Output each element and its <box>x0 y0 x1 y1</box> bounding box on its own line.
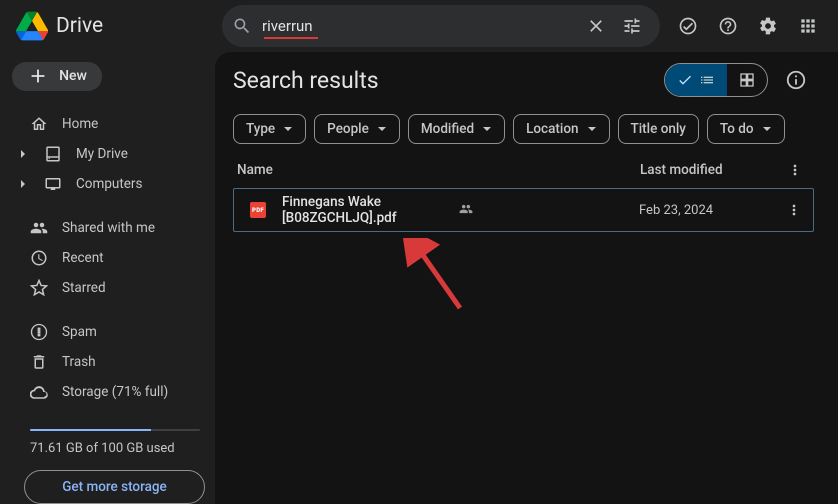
caret-down-icon <box>377 124 387 134</box>
new-label: New <box>59 68 87 84</box>
caret-down-icon <box>482 124 492 134</box>
table-header: Name Last modified <box>233 162 814 188</box>
close-icon <box>586 16 606 36</box>
gear-icon <box>758 16 778 36</box>
filter-people[interactable]: People <box>314 114 400 144</box>
col-name-header[interactable]: Name <box>237 162 640 178</box>
filter-todo[interactable]: To do <box>707 114 785 144</box>
check-circle-icon <box>678 16 698 36</box>
chevron-right-icon[interactable] <box>16 149 30 159</box>
nav-label: My Drive <box>76 146 128 162</box>
filter-type[interactable]: Type <box>233 114 306 144</box>
nav-starred[interactable]: Starred <box>10 273 205 303</box>
trash-icon <box>30 353 48 371</box>
storage-bar <box>30 429 200 431</box>
search-icon <box>232 16 252 36</box>
search-options-button[interactable] <box>614 8 650 44</box>
cloud-icon <box>30 383 48 401</box>
filter-title-only[interactable]: Title only <box>618 114 699 144</box>
drive-logo-icon <box>16 10 48 42</box>
filter-modified[interactable]: Modified <box>408 114 505 144</box>
apps-button[interactable] <box>790 8 826 44</box>
nav-spam[interactable]: Spam <box>10 317 205 347</box>
grid-view-button[interactable] <box>727 64 767 96</box>
shared-icon <box>30 219 48 237</box>
caret-down-icon <box>283 124 293 134</box>
table-row[interactable]: PDF Finnegans Wake [B08ZGCHLJQ].pdf Feb … <box>233 188 814 232</box>
new-button[interactable]: New <box>12 62 102 91</box>
info-icon <box>785 69 807 91</box>
nav-label: Storage (71% full) <box>62 384 168 400</box>
nav-my-drive[interactable]: My Drive <box>10 139 205 169</box>
settings-button[interactable] <box>750 8 786 44</box>
nav-trash[interactable]: Trash <box>10 347 205 377</box>
clock-icon <box>30 249 48 267</box>
pdf-icon: PDF <box>250 202 266 218</box>
page-title: Search results <box>233 67 379 94</box>
home-icon <box>30 115 48 133</box>
get-storage-button[interactable]: Get more storage <box>24 470 205 504</box>
main-content: Search results Type People Modified L <box>215 52 838 504</box>
filter-bar: Type People Modified Location Title only… <box>233 114 814 144</box>
list-icon <box>699 72 715 88</box>
nav-label: Trash <box>62 354 96 370</box>
more-vert-icon <box>786 202 802 218</box>
help-icon <box>718 16 738 36</box>
list-view-button[interactable] <box>665 64 727 96</box>
caret-down-icon <box>762 124 772 134</box>
clear-search-button[interactable] <box>578 8 614 44</box>
info-button[interactable] <box>778 62 814 98</box>
file-name: Finnegans Wake [B08ZGCHLJQ].pdf <box>282 194 449 226</box>
filter-location[interactable]: Location <box>513 114 609 144</box>
storage-fill <box>30 429 151 431</box>
sidebar: New Home My Drive Computers Shared <box>0 52 215 504</box>
row-more-button[interactable] <box>779 202 809 218</box>
nav-label: Home <box>62 116 98 132</box>
more-vert-icon <box>787 162 803 178</box>
spam-icon <box>30 323 48 341</box>
file-modified: Feb 23, 2024 <box>639 203 779 218</box>
nav-computers[interactable]: Computers <box>10 169 205 199</box>
drive-icon <box>44 145 62 163</box>
nav-label: Spam <box>62 324 97 340</box>
chevron-right-icon[interactable] <box>16 179 30 189</box>
nav-shared[interactable]: Shared with me <box>10 213 205 243</box>
grid-icon <box>739 72 755 88</box>
nav-recent[interactable]: Recent <box>10 243 205 273</box>
computers-icon <box>44 175 62 193</box>
nav-label: Computers <box>76 176 142 192</box>
plus-icon <box>27 65 49 87</box>
nav-home[interactable]: Home <box>10 109 205 139</box>
caret-down-icon <box>587 124 597 134</box>
view-toggle[interactable] <box>664 63 768 97</box>
nav-label: Recent <box>62 250 104 266</box>
col-actions-header[interactable] <box>780 162 810 178</box>
spellcheck-underline <box>264 37 318 39</box>
brand-name: Drive <box>56 14 103 38</box>
nav-storage[interactable]: Storage (71% full) <box>10 377 205 407</box>
help-button[interactable] <box>710 8 746 44</box>
col-modified-header[interactable]: Last modified <box>640 162 780 178</box>
star-icon <box>30 279 48 297</box>
storage-text: 71.61 GB of 100 GB used <box>30 441 205 456</box>
apps-grid-icon <box>798 16 818 36</box>
search-bar[interactable] <box>222 5 660 47</box>
offline-ready-button[interactable] <box>670 8 706 44</box>
brand-area[interactable]: Drive <box>12 10 212 42</box>
search-input[interactable] <box>252 17 578 35</box>
nav-label: Shared with me <box>62 220 155 236</box>
tune-icon <box>622 16 642 36</box>
shared-badge-icon <box>459 201 473 220</box>
nav-label: Starred <box>62 280 106 296</box>
check-icon <box>677 72 693 88</box>
